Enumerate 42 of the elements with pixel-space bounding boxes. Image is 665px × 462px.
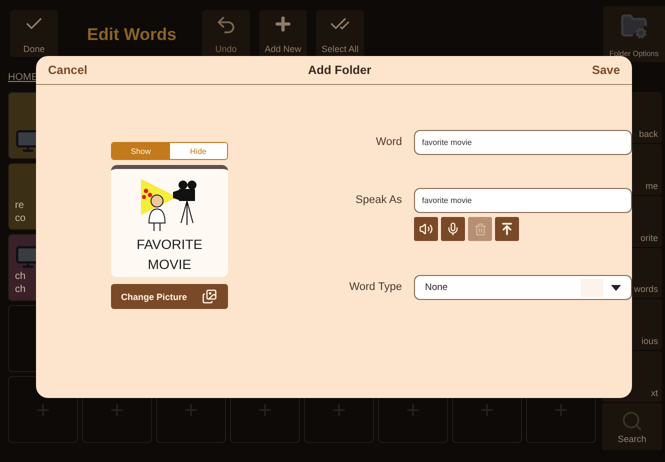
microphone-icon	[446, 222, 460, 236]
upload-button[interactable]	[495, 217, 519, 241]
input-field[interactable]: favorite movie	[414, 130, 632, 155]
images-icon	[202, 289, 217, 304]
visibility-toggle[interactable]: Hide	[170, 143, 227, 159]
cancel-button[interactable]: Cancel	[48, 63, 88, 77]
card-caption: FAVORITE MOVIE	[136, 236, 204, 274]
nav-label: back	[638, 128, 658, 139]
word-type-select[interactable]: None	[414, 275, 632, 300]
speak-button[interactable]	[414, 217, 438, 241]
field-label: Speak As	[354, 194, 402, 206]
nav-label: orite	[640, 232, 658, 243]
field-label: Word	[374, 136, 402, 148]
tile-label: ch	[15, 270, 26, 283]
add-button[interactable]: Add New	[259, 10, 307, 57]
search-button[interactable]: Search	[602, 403, 662, 450]
tile-label: re	[15, 199, 24, 212]
speaker-icon	[419, 222, 433, 236]
caret-icon	[611, 284, 621, 290]
dialog-title: Add Folder	[308, 63, 372, 77]
tile-label: ch	[15, 283, 26, 296]
nav-label: words	[634, 284, 658, 294]
search-icon	[621, 410, 643, 432]
select-button[interactable]: Select All	[316, 10, 364, 57]
trash-icon	[474, 222, 486, 236]
record-button[interactable]	[441, 217, 465, 241]
page-title: Edit Words	[87, 25, 178, 45]
tile-label: co	[15, 212, 26, 225]
undo-icon	[215, 14, 237, 36]
field-label: Word Type	[348, 281, 402, 293]
upload-icon	[500, 222, 514, 236]
input-field[interactable]: favorite movie	[414, 188, 632, 213]
folder-gear-icon	[620, 12, 648, 40]
save-button[interactable]: Save	[592, 63, 620, 77]
plus-icon	[273, 14, 293, 34]
visibility-toggle[interactable]: Show	[112, 143, 170, 159]
done-button[interactable]: Done	[10, 10, 58, 57]
change-picture-button[interactable]: Change Picture	[111, 284, 228, 309]
nav-label: xt	[650, 388, 658, 398]
nav-label: ious	[641, 336, 658, 346]
nav-label: me	[645, 180, 658, 191]
search-label: Search	[618, 434, 646, 444]
